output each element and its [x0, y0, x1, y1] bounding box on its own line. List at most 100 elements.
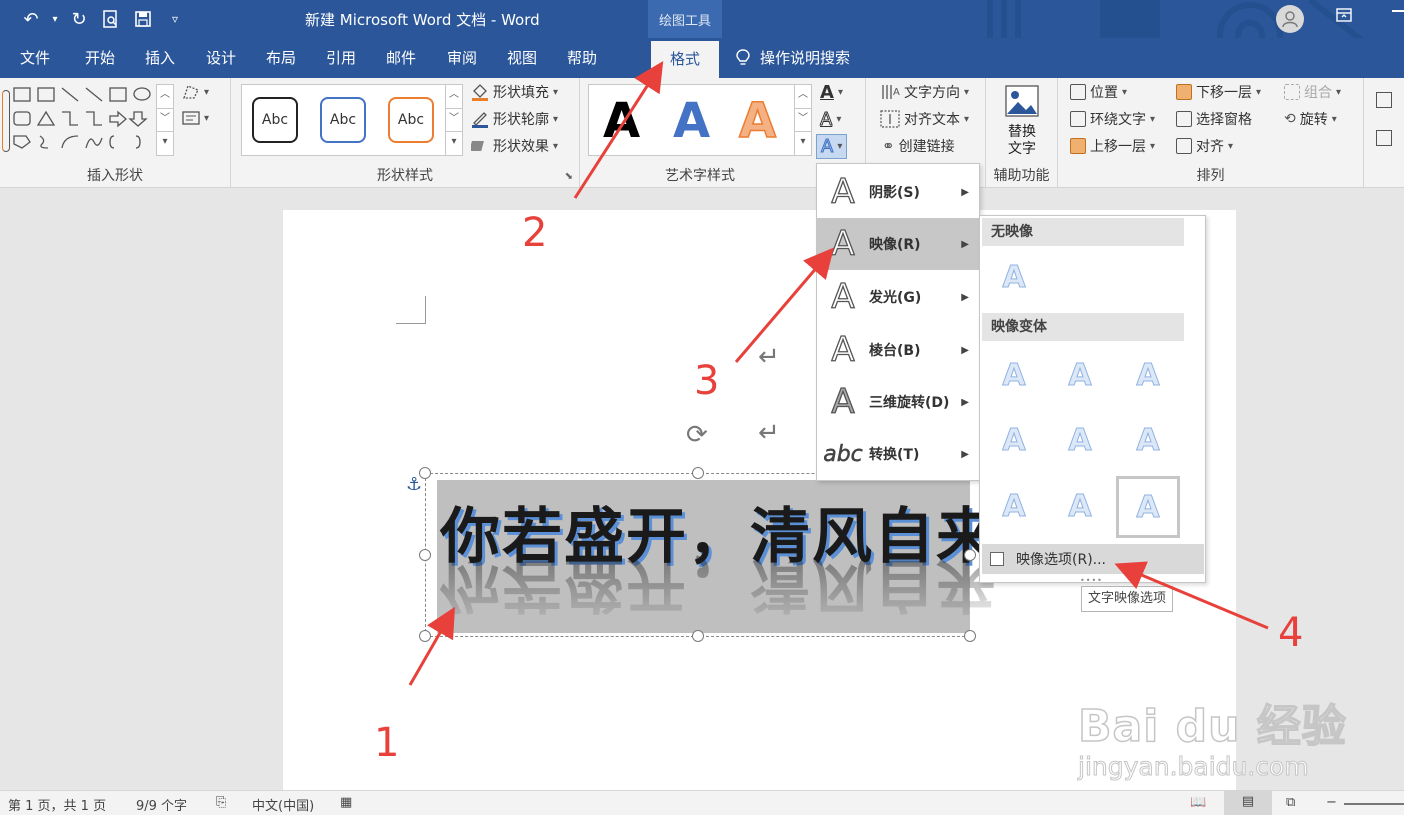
menu-item-shadow[interactable]: A 阴影(S) ▶: [817, 166, 979, 218]
wordart-gallery-scroll[interactable]: ︿ ﹀ ▾: [794, 84, 812, 156]
web-layout-icon[interactable]: ⧉: [1286, 795, 1295, 810]
customize-qat-icon[interactable]: ▿: [162, 6, 188, 32]
reflection-variation[interactable]: A: [1116, 344, 1180, 406]
text-fill-button[interactable]: A ▾: [820, 82, 843, 103]
language-indicator[interactable]: 中文(中国): [252, 795, 314, 814]
minimize-icon[interactable]: [1392, 10, 1404, 12]
redo-icon[interactable]: ↻: [66, 6, 92, 32]
tab-design[interactable]: 设计: [195, 38, 247, 78]
selection-pane-button[interactable]: 选择窗格: [1176, 109, 1252, 129]
zoom-slider[interactable]: [1344, 803, 1404, 805]
align-icon: [1176, 138, 1192, 154]
print-preview-icon[interactable]: [98, 6, 124, 32]
menu-item-reflection[interactable]: A 映像(R) ▶: [817, 218, 979, 270]
read-mode-icon[interactable]: 📖: [1190, 795, 1206, 810]
zoom-out-icon[interactable]: −: [1326, 795, 1337, 810]
resize-handle-top-left[interactable]: [419, 467, 431, 479]
create-link-button[interactable]: ⚭ 创建链接: [882, 136, 955, 156]
menu-item-bevel[interactable]: A 棱台(B) ▶: [817, 324, 979, 376]
macro-recording-icon[interactable]: ▦: [340, 795, 352, 810]
reflection-variation[interactable]: A: [982, 475, 1046, 537]
resize-handle-bottom-right[interactable]: [964, 630, 976, 642]
reflection-preview-icon: A: [1136, 357, 1160, 393]
reflection-variation[interactable]: A: [1048, 344, 1112, 406]
shape-outline-button[interactable]: 形状轮廓 ▾: [471, 109, 558, 129]
edit-shape-button[interactable]: ▾: [182, 84, 209, 100]
account-avatar-icon[interactable]: [1276, 5, 1304, 33]
position-button[interactable]: 位置 ▾: [1070, 82, 1127, 102]
menu-item-label: 阴影(S): [869, 185, 920, 201]
tab-layout[interactable]: 布局: [255, 38, 307, 78]
shapes-gallery[interactable]: [12, 84, 152, 156]
selection-pane-label: 选择窗格: [1196, 112, 1252, 128]
menu-item-3d-rotation[interactable]: A 三维旋转(D) ▶: [817, 376, 979, 428]
undo-dropdown-icon[interactable]: ▾: [50, 6, 60, 32]
resize-handle-bottom[interactable]: [692, 630, 704, 642]
proofing-icon[interactable]: ⎘: [216, 795, 226, 810]
tab-file[interactable]: 文件: [12, 38, 58, 78]
tab-help[interactable]: 帮助: [556, 38, 608, 78]
shapes-gallery-scroll[interactable]: ︿ ﹀ ▾: [156, 84, 174, 156]
menu-item-glow[interactable]: A 发光(G) ▶: [817, 271, 979, 323]
width-icon: [1376, 130, 1392, 146]
resize-handle-bottom-left[interactable]: [419, 630, 431, 642]
reflection-options-item[interactable]: 映像选项(R)...: [982, 544, 1204, 574]
shape-style-orange[interactable]: Abc: [388, 97, 434, 143]
word-count[interactable]: 9/9 个字: [136, 795, 187, 814]
create-link-label: 创建链接: [898, 139, 955, 155]
tell-me-label: 操作说明搜索: [760, 49, 851, 67]
resize-handle-left[interactable]: [419, 549, 431, 561]
undo-icon[interactable]: ↶: [18, 6, 44, 32]
reflection-variation[interactable]: A: [1048, 475, 1112, 537]
tab-references[interactable]: 引用: [315, 38, 367, 78]
reflection-variation-selected[interactable]: A: [1116, 476, 1180, 538]
transform-icon: abc: [823, 441, 863, 467]
wrap-text-label: 环绕文字: [1090, 112, 1146, 128]
reflection-variation[interactable]: A: [1116, 409, 1180, 471]
send-backward-button[interactable]: 下移一层 ▾: [1176, 82, 1261, 102]
tell-me-search[interactable]: 操作说明搜索: [736, 38, 850, 78]
reflection-variation[interactable]: A: [982, 409, 1046, 471]
save-icon[interactable]: [130, 6, 156, 32]
page-count[interactable]: 第 1 页，共 1 页: [8, 795, 106, 814]
tab-home[interactable]: 开始: [74, 38, 126, 78]
text-direction-button[interactable]: A 文字方向 ▾: [880, 82, 969, 102]
shape-effects-label: 形状效果: [493, 139, 549, 155]
align-button[interactable]: 对齐 ▾: [1176, 136, 1233, 156]
tab-review[interactable]: 审阅: [436, 38, 488, 78]
wordart-style-orange[interactable]: A: [738, 92, 777, 150]
resize-handle-top[interactable]: [692, 467, 704, 479]
wordart-style-black[interactable]: A: [603, 93, 640, 149]
wordart-style-blue[interactable]: A: [673, 93, 710, 149]
rotate-button[interactable]: ⟲ 旋转 ▾: [1284, 109, 1337, 129]
bring-forward-button[interactable]: 上移一层 ▾: [1070, 136, 1155, 156]
shape-style-gallery-scroll[interactable]: ︿ ﹀ ▾: [445, 84, 463, 156]
tab-view[interactable]: 视图: [496, 38, 548, 78]
wrap-text-button[interactable]: 环绕文字 ▾: [1070, 109, 1155, 129]
title-bar: ↶ ▾ ↻ ▿ 新建 Microsoft Word 文档 - Word 绘图工具: [0, 0, 1404, 73]
menu-item-transform[interactable]: abc 转换(T) ▶: [817, 428, 979, 480]
shape-effects-button[interactable]: 形状效果 ▾: [471, 136, 558, 156]
tab-format[interactable]: 格式: [651, 41, 719, 78]
align-text-icon: [880, 110, 900, 128]
rotation-handle-icon[interactable]: ⟳: [686, 420, 708, 450]
alt-text-button[interactable]: [1004, 84, 1040, 124]
tab-mailings[interactable]: 邮件: [375, 38, 427, 78]
resize-handle-right[interactable]: [964, 549, 976, 561]
text-effects-button[interactable]: A ▾: [816, 134, 848, 159]
no-reflection-option[interactable]: A: [982, 246, 1046, 308]
group-button[interactable]: 组合 ▾: [1284, 82, 1341, 102]
ribbon-display-options-icon[interactable]: [1336, 7, 1352, 28]
tab-insert[interactable]: 插入: [134, 38, 186, 78]
reflection-variation[interactable]: A: [1048, 409, 1112, 471]
shape-fill-button[interactable]: 形状填充 ▾: [471, 82, 558, 102]
resize-grip-icon[interactable]: ••••: [1080, 576, 1103, 585]
text-outline-button[interactable]: A ▾: [819, 109, 841, 131]
shape-style-black[interactable]: Abc: [252, 97, 298, 143]
status-bar: 第 1 页，共 1 页 9/9 个字 ⎘ 中文(中国) ▦ 📖 ▤ ⧉ −: [0, 790, 1404, 815]
shape-style-blue[interactable]: Abc: [320, 97, 366, 143]
align-text-button[interactable]: 对齐文本 ▾: [880, 109, 969, 129]
reflection-variation[interactable]: A: [982, 344, 1046, 406]
print-layout-icon[interactable]: ▤: [1224, 791, 1272, 815]
draw-text-box-button[interactable]: ▾: [182, 110, 209, 126]
